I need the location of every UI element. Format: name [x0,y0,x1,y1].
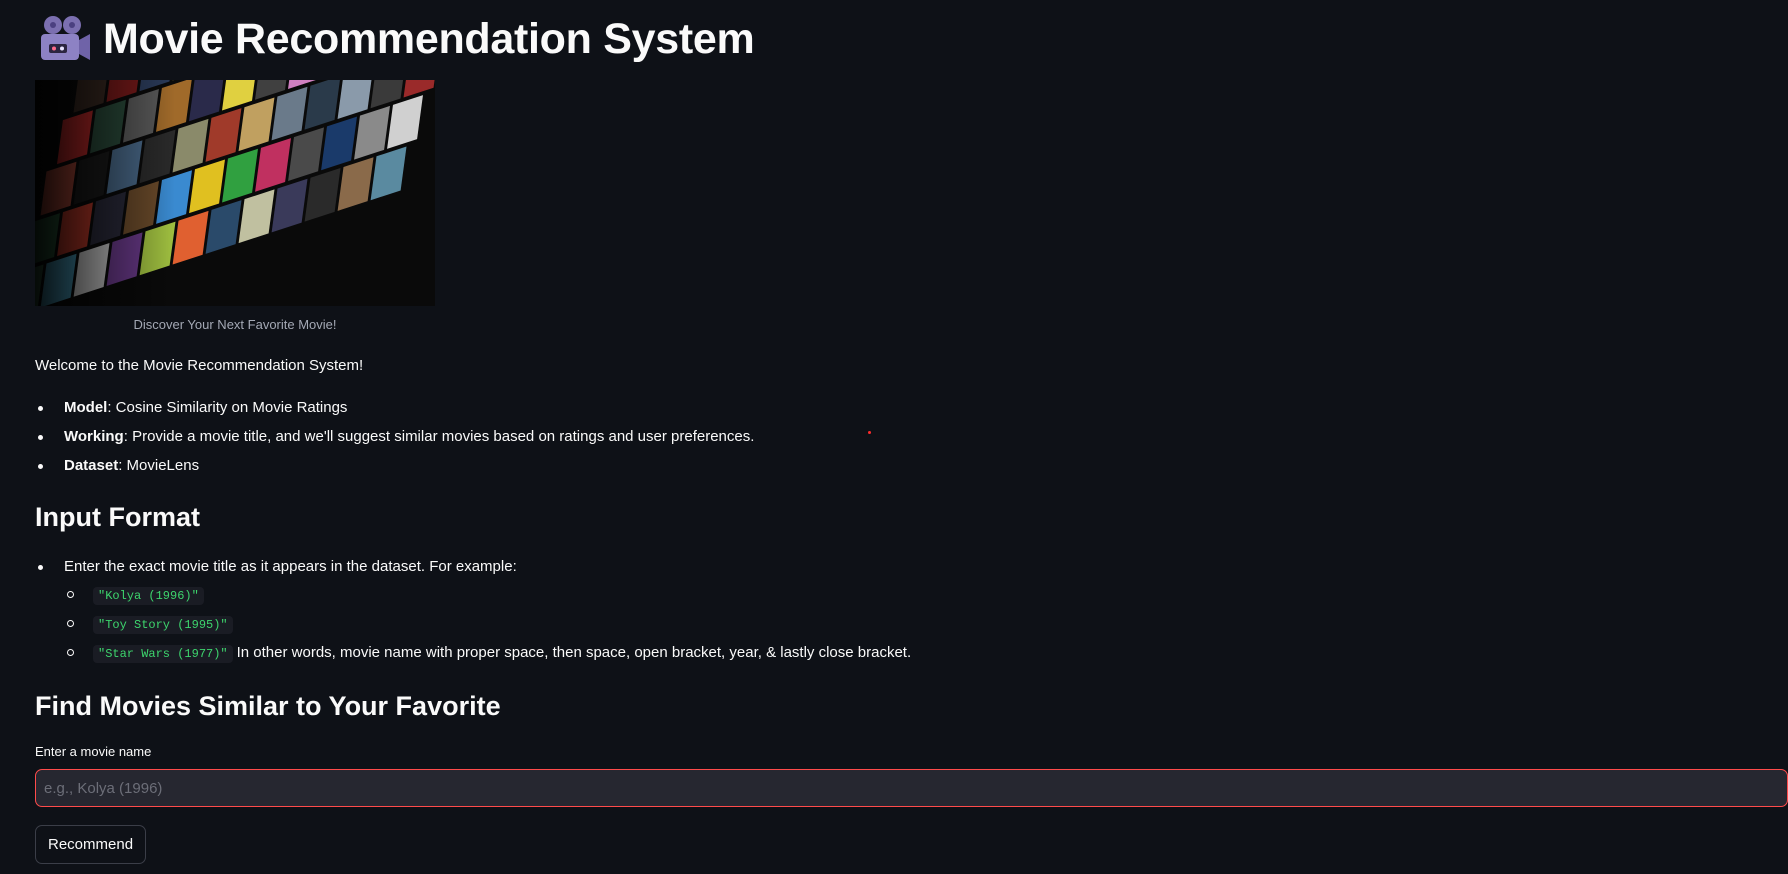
info-text: : Provide a movie title, and we'll sugge… [123,428,755,445]
info-text: : Cosine Similarity on Movie Ratings [107,399,348,416]
movie-name-input[interactable] [35,769,1788,807]
recommend-button[interactable]: Recommend [35,825,147,864]
info-item-dataset: Dataset: MovieLens [35,456,754,485]
input-format-instruction: Enter the exact movie title as it appear… [35,557,911,672]
red-dot-marker [868,431,871,434]
info-list: Model: Cosine Similarity on Movie Rating… [35,398,754,485]
example-note: In other words, movie name with proper s… [236,644,912,661]
example-item: "Star Wars (1977)" In other words, movie … [64,643,911,672]
app-page: Movie Recommendation System Discover You… [0,0,1788,874]
title-row: Movie Recommendation System [35,14,755,64]
info-item-model: Model: Cosine Similarity on Movie Rating… [35,398,754,427]
example-code: "Toy Story (1995)" [93,616,233,634]
page-title: Movie Recommendation System [103,15,755,63]
find-movies-heading: Find Movies Similar to Your Favorite [35,691,501,721]
info-label: Working [64,428,124,445]
example-code: "Star Wars (1977)" [93,645,233,663]
example-list: "Kolya (1996)" "Toy Story (1995)" "Star … [64,585,911,672]
info-label: Dataset [64,457,119,474]
example-code: "Kolya (1996)" [93,587,204,605]
movie-input-label: Enter a movie name [35,744,152,759]
info-label: Model [64,399,108,416]
movie-camera-icon [35,14,91,64]
hero-caption: Discover Your Next Favorite Movie! [133,317,337,332]
input-format-list: Enter the exact movie title as it appear… [35,557,911,672]
info-text: : MovieLens [118,457,200,474]
example-item: "Kolya (1996)" [64,585,911,614]
info-item-working: Working: Provide a movie title, and we'l… [35,427,754,456]
hero-image [35,80,435,306]
input-format-heading: Input Format [35,502,200,532]
welcome-text: Welcome to the Movie Recommendation Syst… [35,357,364,374]
instruction-text: Enter the exact movie title as it appear… [64,558,517,575]
example-item: "Toy Story (1995)" [64,614,911,643]
